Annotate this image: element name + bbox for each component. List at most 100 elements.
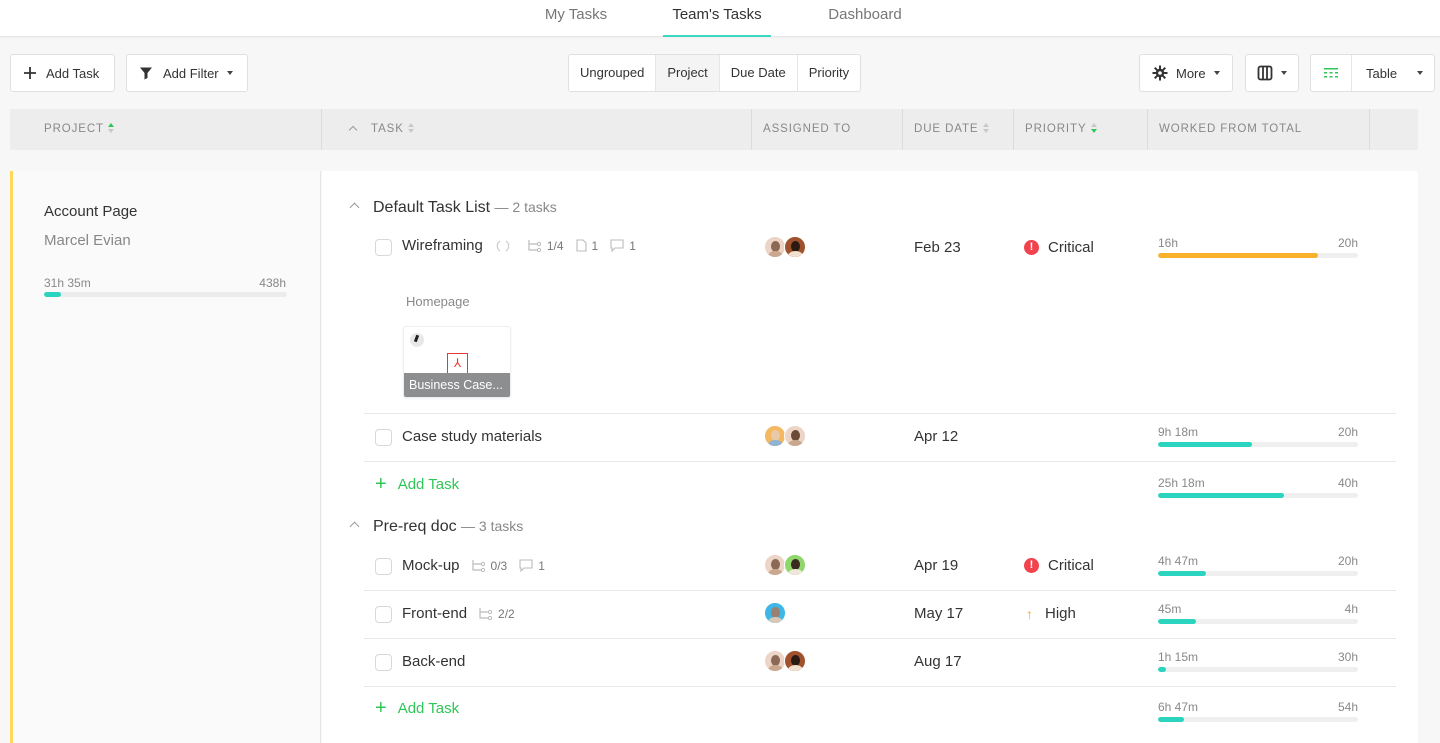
- task-name[interactable]: Wireframing: [402, 237, 483, 254]
- tab-dashboard[interactable]: Dashboard: [826, 0, 904, 37]
- chevron-down-icon: [1281, 71, 1287, 75]
- progress-fill: [1158, 667, 1166, 672]
- avatar[interactable]: [784, 236, 806, 258]
- priority-label: High: [1045, 605, 1076, 622]
- files-indicator: 1: [575, 238, 599, 253]
- chevron-down-icon: [1417, 71, 1424, 75]
- pdf-icon: ⅄: [447, 353, 468, 374]
- priority[interactable]: ↑ High: [1024, 605, 1076, 622]
- assignees[interactable]: [764, 236, 806, 258]
- more-button[interactable]: More: [1139, 54, 1233, 92]
- view-selector[interactable]: Table: [1310, 54, 1435, 92]
- group-ungrouped[interactable]: Ungrouped: [569, 55, 657, 91]
- table-row[interactable]: Mock-up 0/3 1 Apr 19 ! Critical 4h 47m 20…: [364, 543, 1396, 591]
- column-priority[interactable]: PRIORITY: [1014, 109, 1148, 150]
- tab-my-tasks[interactable]: My Tasks: [543, 0, 609, 37]
- avatar[interactable]: [764, 650, 786, 672]
- collapse-icon[interactable]: [349, 202, 360, 213]
- gear-icon: [1152, 65, 1168, 81]
- sort-icon: [982, 122, 990, 133]
- column-due-date[interactable]: DUE DATE: [903, 109, 1014, 150]
- top-nav: My Tasks Team's Tasks Dashboard: [0, 0, 1440, 37]
- task-name[interactable]: Back-end: [402, 653, 465, 670]
- comment-icon: [610, 239, 624, 252]
- due-date[interactable]: May 17: [914, 605, 963, 622]
- assignees[interactable]: [764, 602, 786, 624]
- priority[interactable]: ! Critical: [1024, 557, 1094, 574]
- plus-icon: +: [375, 697, 387, 719]
- column-worked[interactable]: WORKED FROM TOTAL: [1148, 109, 1370, 150]
- view-table-toggle[interactable]: [1311, 55, 1352, 91]
- subtasks-indicator: 0/3: [471, 559, 507, 573]
- comments-count: 1: [538, 558, 545, 573]
- group-header[interactable]: Default Task List — 2 tasks: [349, 199, 557, 217]
- group-count: — 2 tasks: [494, 199, 557, 215]
- add-task-link[interactable]: + Add Task: [375, 697, 459, 720]
- total-value: 54h: [1337, 700, 1358, 714]
- columns-button[interactable]: [1245, 54, 1299, 92]
- add-task-link[interactable]: + Add Task: [375, 473, 459, 496]
- collapse-icon[interactable]: [349, 521, 360, 532]
- tab-teams-tasks[interactable]: Team's Tasks: [663, 0, 771, 37]
- group-project[interactable]: Project: [656, 55, 720, 91]
- assignees[interactable]: [764, 554, 806, 576]
- subtasks-indicator: 1/4: [528, 239, 564, 253]
- task-checkbox[interactable]: [375, 239, 392, 256]
- table-row[interactable]: Case study materials Apr 12 9h 18m 20h: [364, 414, 1396, 462]
- column-assigned-to[interactable]: ASSIGNED TO: [752, 109, 903, 150]
- total-value: 40h: [1337, 476, 1358, 490]
- avatar[interactable]: [784, 554, 806, 576]
- due-date[interactable]: Apr 12: [914, 428, 958, 445]
- attachment-card[interactable]: ⅄ Business Case...: [403, 326, 511, 398]
- avatar[interactable]: [784, 425, 806, 447]
- add-filter-button[interactable]: Add Filter: [126, 54, 248, 92]
- table-row[interactable]: Back-end Aug 17 1h 15m 30h: [364, 639, 1396, 687]
- collapse-all-icon[interactable]: [348, 125, 358, 135]
- project-progress-bar: [44, 292, 287, 297]
- task-name[interactable]: Mock-up: [402, 557, 460, 574]
- task-checkbox[interactable]: [375, 429, 392, 446]
- column-task[interactable]: TASK: [322, 109, 752, 150]
- due-date[interactable]: Aug 17: [914, 653, 962, 670]
- avatar[interactable]: [764, 425, 786, 447]
- attachment-name: Business Case...: [404, 373, 510, 397]
- task-checkbox[interactable]: [375, 558, 392, 575]
- plus-icon: [24, 67, 36, 79]
- view-label: Table: [1366, 65, 1398, 81]
- task-checkbox[interactable]: [375, 654, 392, 671]
- avatar[interactable]: [764, 554, 786, 576]
- due-date[interactable]: Feb 23: [914, 239, 961, 256]
- group-header[interactable]: Pre-req doc — 3 tasks: [349, 518, 523, 536]
- task-list: Default Task List — 2 tasks Wireframing …: [322, 171, 1418, 743]
- avatar[interactable]: [764, 236, 786, 258]
- add-task-button[interactable]: Add Task: [10, 54, 115, 92]
- task-checkbox[interactable]: [375, 606, 392, 623]
- group-worked-progress: 6h 47m 54h: [1158, 700, 1358, 722]
- total-value: 30h: [1337, 650, 1358, 664]
- task-name[interactable]: Front-end: [402, 605, 467, 622]
- column-project-label: PROJECT: [44, 123, 104, 135]
- priority[interactable]: ! Critical: [1024, 239, 1094, 256]
- assignees[interactable]: [764, 650, 806, 672]
- table-row[interactable]: Wireframing 1/4 1 1 Feb 23 ! Critical 16…: [364, 231, 1396, 414]
- total-value: 20h: [1337, 554, 1358, 568]
- group-priority[interactable]: Priority: [798, 55, 860, 91]
- files-count: 1: [591, 238, 599, 253]
- column-project[interactable]: PROJECT: [10, 109, 322, 150]
- assignees[interactable]: [764, 425, 806, 447]
- group-due-date[interactable]: Due Date: [720, 55, 798, 91]
- avatar[interactable]: [784, 650, 806, 672]
- task-name[interactable]: Case study materials: [402, 428, 542, 445]
- project-total: 438h: [259, 276, 286, 290]
- total-value: 4h: [1344, 602, 1358, 616]
- project-panel[interactable]: Account Page Marcel Evian 31h 35m 438h: [10, 171, 321, 743]
- worked-progress: 16h 20h: [1158, 236, 1358, 258]
- due-date[interactable]: Apr 19: [914, 557, 958, 574]
- column-assigned-label: ASSIGNED TO: [763, 123, 852, 135]
- avatar[interactable]: [764, 602, 786, 624]
- arrow-up-icon: ↑: [1026, 605, 1033, 622]
- column-due-label: DUE DATE: [914, 123, 979, 135]
- worked-progress: 9h 18m 20h: [1158, 425, 1358, 447]
- uploader-avatar: [410, 333, 424, 347]
- table-row[interactable]: Front-end 2/2 May 17 ↑ High 45m 4h: [364, 591, 1396, 639]
